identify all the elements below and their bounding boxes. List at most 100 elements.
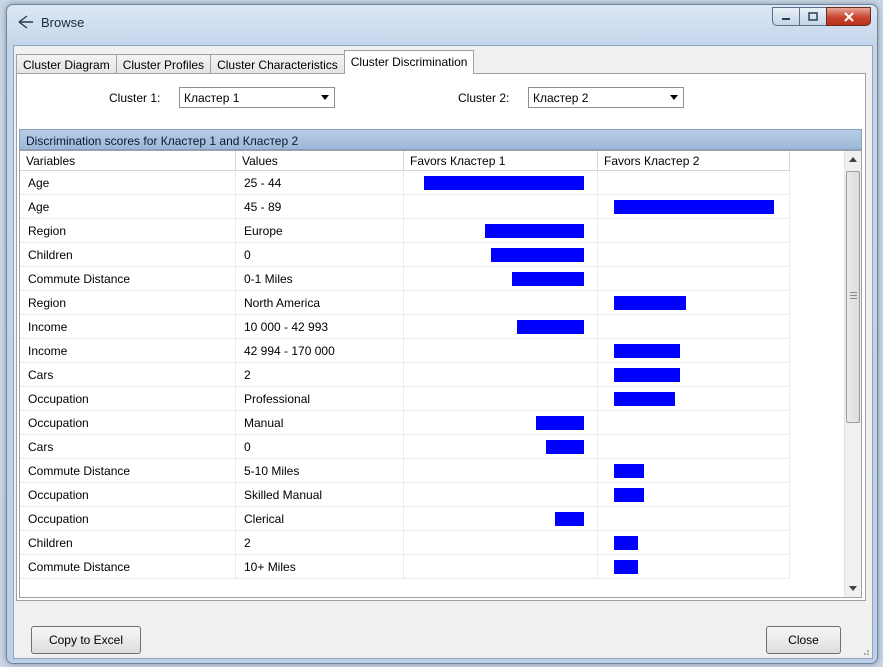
cluster-selectors: Cluster 1: Кластер 1 Cluster 2: Кластер …: [17, 74, 865, 130]
column-header-favors-2[interactable]: Favors Кластер 2: [598, 151, 790, 171]
tab-cluster-profiles[interactable]: Cluster Profiles: [115, 54, 212, 74]
favors-cluster2-cell: [598, 531, 790, 555]
scroll-down-button[interactable]: [845, 580, 861, 597]
variable-cell: Income: [20, 315, 236, 339]
arrow-up-icon: [849, 157, 857, 162]
favors-cluster1-cell: [404, 459, 598, 483]
table-row[interactable]: Age 25 - 44: [20, 171, 790, 195]
minimize-icon: [782, 17, 790, 20]
window-controls: [772, 7, 871, 26]
favors-cluster1-cell: [404, 483, 598, 507]
value-cell: 25 - 44: [236, 171, 404, 195]
cluster2-combobox[interactable]: Кластер 2: [528, 87, 684, 108]
variable-cell: Age: [20, 195, 236, 219]
table-row[interactable]: Region Europe: [20, 219, 790, 243]
value-cell: 10+ Miles: [236, 555, 404, 579]
discrimination-score-bar: [546, 440, 584, 454]
favors-cluster1-cell: [404, 243, 598, 267]
favors-cluster1-cell: [404, 435, 598, 459]
table-row[interactable]: Commute Distance 10+ Miles: [20, 555, 790, 579]
discrimination-score-bar: [614, 368, 680, 382]
table-row[interactable]: Income 42 994 - 170 000: [20, 339, 790, 363]
discrimination-score-bar: [614, 560, 638, 574]
favors-cluster1-cell: [404, 315, 598, 339]
favors-cluster1-cell: [404, 219, 598, 243]
discrimination-score-bar: [614, 200, 774, 214]
discrimination-score-bar: [491, 248, 584, 262]
vertical-scrollbar[interactable]: [844, 151, 861, 597]
variable-cell: Age: [20, 171, 236, 195]
table-row[interactable]: Region North America: [20, 291, 790, 315]
title-bar[interactable]: Browse: [7, 5, 877, 39]
variable-cell: Occupation: [20, 507, 236, 531]
column-header-values[interactable]: Values: [236, 151, 404, 171]
variable-cell: Commute Distance: [20, 267, 236, 291]
tab-cluster-discrimination[interactable]: Cluster Discrimination: [343, 50, 475, 74]
scroll-up-button[interactable]: [845, 151, 861, 168]
table-row[interactable]: Occupation Clerical: [20, 507, 790, 531]
maximize-button[interactable]: [799, 7, 826, 26]
value-cell: Skilled Manual: [236, 483, 404, 507]
table-row[interactable]: Cars 2: [20, 363, 790, 387]
favors-cluster2-cell: [598, 507, 790, 531]
favors-cluster2-cell: [598, 435, 790, 459]
discrimination-score-bar: [614, 344, 680, 358]
variable-cell: Cars: [20, 363, 236, 387]
discrimination-score-bar: [512, 272, 584, 286]
variable-cell: Children: [20, 531, 236, 555]
discrimination-score-bar: [614, 464, 644, 478]
favors-cluster2-cell: [598, 483, 790, 507]
discrimination-score-bar: [517, 320, 584, 334]
close-window-button[interactable]: [826, 7, 871, 26]
table-row[interactable]: Occupation Manual: [20, 411, 790, 435]
table-row[interactable]: Commute Distance 0-1 Miles: [20, 267, 790, 291]
variable-cell: Occupation: [20, 411, 236, 435]
variable-cell: Cars: [20, 435, 236, 459]
close-button[interactable]: Close: [766, 626, 841, 654]
favors-cluster1-cell: [404, 195, 598, 219]
favors-cluster2-cell: [598, 219, 790, 243]
favors-cluster2-cell: [598, 171, 790, 195]
value-cell: North America: [236, 291, 404, 315]
copy-to-excel-button[interactable]: Copy to Excel: [31, 626, 141, 654]
discrimination-score-bar: [536, 416, 584, 430]
table-row[interactable]: Children 0: [20, 243, 790, 267]
favors-cluster2-cell: [598, 555, 790, 579]
favors-cluster1-cell: [404, 387, 598, 411]
table-row[interactable]: Income 10 000 - 42 993: [20, 315, 790, 339]
table-row[interactable]: Commute Distance 5-10 Miles: [20, 459, 790, 483]
variable-cell: Region: [20, 291, 236, 315]
resize-grip-icon[interactable]: [860, 646, 870, 656]
favors-cluster1-cell: [404, 507, 598, 531]
favors-cluster1-cell: [404, 171, 598, 195]
tab-cluster-diagram[interactable]: Cluster Diagram: [16, 54, 117, 74]
discrimination-grid: Variables Values Favors Кластер 1 Favors…: [19, 150, 862, 598]
chevron-down-icon: [670, 95, 678, 100]
value-cell: 10 000 - 42 993: [236, 315, 404, 339]
column-header-variables[interactable]: Variables: [20, 151, 236, 171]
table-row[interactable]: Children 2: [20, 531, 790, 555]
discrimination-score-bar: [614, 536, 638, 550]
value-cell: Manual: [236, 411, 404, 435]
favors-cluster1-cell: [404, 555, 598, 579]
browse-icon: [18, 15, 33, 29]
discrimination-score-bar: [485, 224, 584, 238]
value-cell: 45 - 89: [236, 195, 404, 219]
favors-cluster1-cell: [404, 363, 598, 387]
column-header-favors-1[interactable]: Favors Кластер 1: [404, 151, 598, 171]
table-row[interactable]: Occupation Skilled Manual: [20, 483, 790, 507]
favors-cluster1-cell: [404, 267, 598, 291]
scroll-thumb[interactable]: [846, 171, 860, 423]
table-row[interactable]: Cars 0: [20, 435, 790, 459]
favors-cluster2-cell: [598, 195, 790, 219]
browse-window: Browse Cluster Diagram Cluster Profiles Cl…: [6, 4, 878, 664]
value-cell: Professional: [236, 387, 404, 411]
tab-cluster-characteristics[interactable]: Cluster Characteristics: [210, 54, 345, 74]
minimize-button[interactable]: [772, 7, 799, 26]
cluster1-combobox[interactable]: Кластер 1: [179, 87, 335, 108]
window-title: Browse: [41, 15, 85, 30]
table-row[interactable]: Age 45 - 89: [20, 195, 790, 219]
favors-cluster2-cell: [598, 243, 790, 267]
table-row[interactable]: Occupation Professional: [20, 387, 790, 411]
discrimination-score-bar: [424, 176, 584, 190]
